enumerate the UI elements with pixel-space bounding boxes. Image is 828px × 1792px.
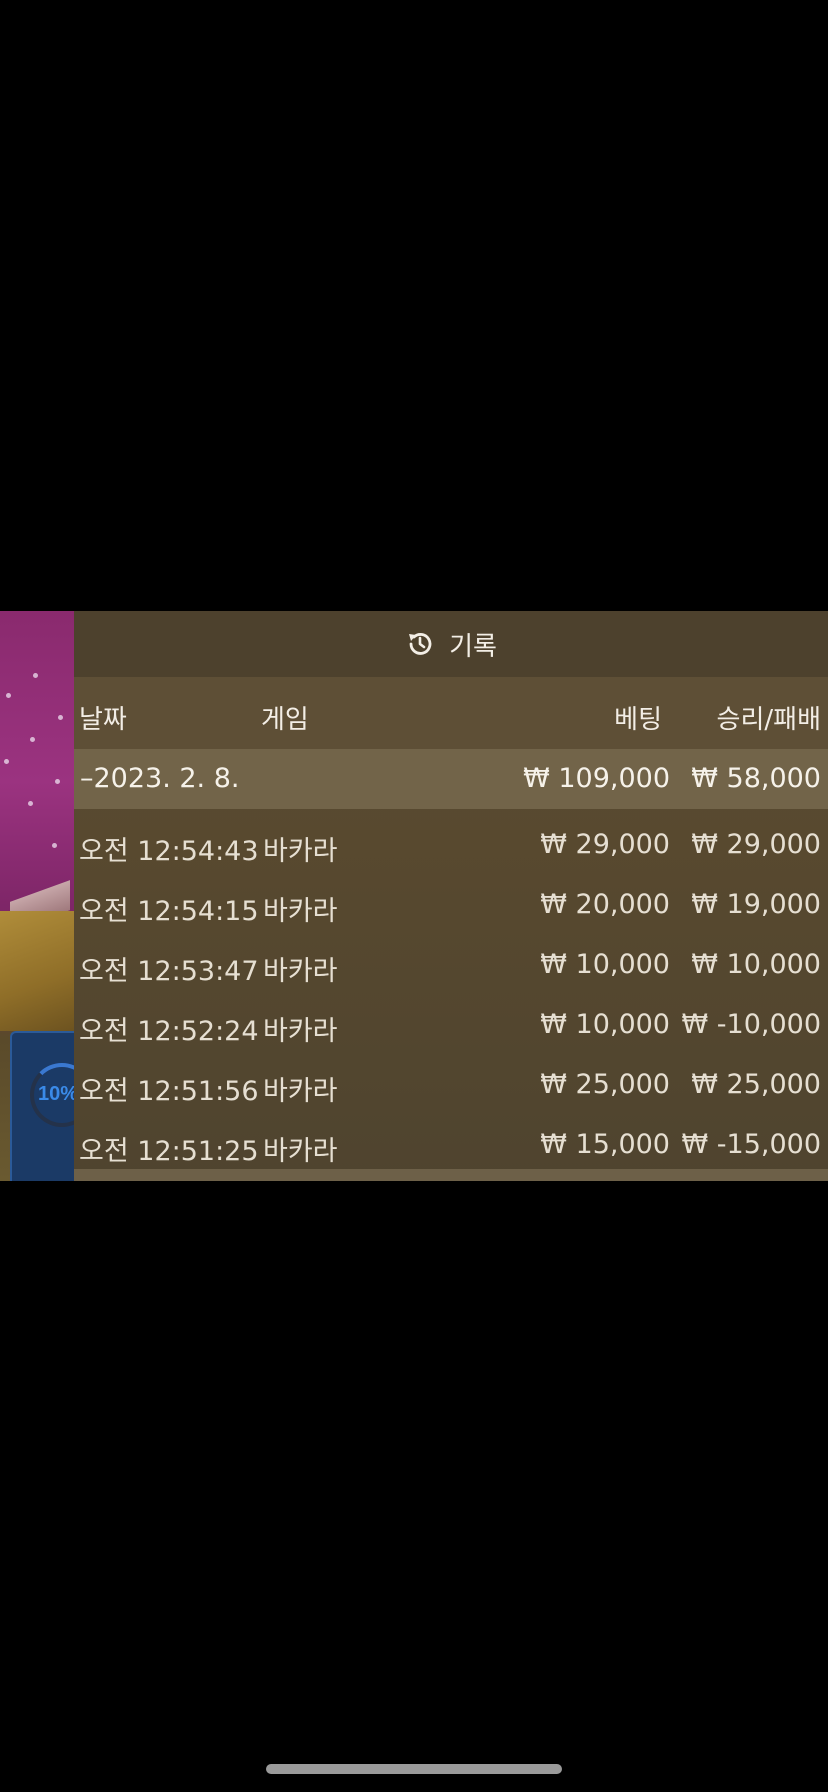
row-time: 오전 12:51:56 (79, 1076, 259, 1107)
row-game: 바카라 (263, 836, 338, 867)
row-game: 바카라 (263, 956, 338, 987)
row-time: 오전 12:54:15 (79, 896, 259, 927)
column-header-date: 날짜 (79, 705, 127, 735)
date-group-row[interactable]: –2023. 2. 8. ₩ 109,000 ₩ 58,000 (74, 749, 828, 809)
row-win-loss: ₩ -10,000 (681, 1009, 822, 1040)
date-group-label: –2023. 2. 8. (80, 763, 240, 794)
home-indicator[interactable] (266, 1764, 562, 1774)
row-win-loss: ₩ 25,000 (691, 1069, 821, 1100)
row-bet: ₩ 25,000 (540, 1069, 670, 1100)
game-background: 10% (0, 611, 74, 1181)
stud-decoration (4, 759, 9, 764)
progress-label: 10% (38, 1083, 74, 1105)
history-header: 기록 (74, 611, 828, 677)
stud-decoration (58, 715, 63, 720)
stud-decoration (52, 843, 57, 848)
row-bet: ₩ 20,000 (540, 889, 670, 920)
row-game: 바카라 (263, 1136, 338, 1167)
row-time: 오전 12:51:25 (79, 1136, 259, 1167)
row-bet: ₩ 15,000 (540, 1129, 670, 1160)
history-title: 기록 (449, 631, 497, 662)
row-win-loss: ₩ 29,000 (691, 829, 821, 860)
row-game: 바카라 (263, 1076, 338, 1107)
history-row[interactable]: 오전 12:51:56 바카라 ₩ 25,000 ₩ 25,000 (74, 1055, 828, 1115)
stud-decoration (6, 693, 11, 698)
history-row[interactable]: 오전 12:54:43 바카라 ₩ 29,000 ₩ 29,000 (74, 815, 828, 875)
row-game: 바카라 (263, 896, 338, 927)
table-surface (0, 911, 74, 1031)
history-clock-icon (405, 629, 435, 659)
history-row[interactable]: 오전 12:51:25 바카라 ₩ 15,000 ₩ -15,000 (74, 1115, 828, 1175)
row-game: 바카라 (263, 1016, 338, 1047)
row-time: 오전 12:52:24 (79, 1016, 259, 1047)
screen: 10% 기록 날짜 게임 베팅 승리/패배 –2023. 2. (0, 0, 828, 1792)
history-panel: 기록 날짜 게임 베팅 승리/패배 –2023. 2. 8. ₩ 109,000… (74, 611, 828, 1181)
row-time: 오전 12:54:43 (79, 836, 259, 867)
history-row[interactable]: 오전 12:54:15 바카라 ₩ 20,000 ₩ 19,000 (74, 875, 828, 935)
column-header-win-loss: 승리/패배 (716, 705, 821, 735)
row-bet: ₩ 29,000 (540, 829, 670, 860)
date-group-bet-total: ₩ 109,000 (523, 763, 670, 794)
stud-decoration (33, 673, 38, 678)
panel-bottom-scroll-edge (74, 1169, 828, 1181)
row-win-loss: ₩ 10,000 (691, 949, 821, 980)
stud-decoration (28, 801, 33, 806)
column-headers: 날짜 게임 베팅 승리/패배 (74, 677, 828, 749)
history-title-wrap: 기록 (405, 626, 497, 663)
row-win-loss: ₩ 19,000 (691, 889, 821, 920)
history-row[interactable]: 오전 12:52:24 바카라 ₩ 10,000 ₩ -10,000 (74, 995, 828, 1055)
row-win-loss: ₩ -15,000 (681, 1129, 822, 1160)
row-bet: ₩ 10,000 (540, 1009, 670, 1040)
row-bet: ₩ 10,000 (540, 949, 670, 980)
column-header-game: 게임 (261, 705, 309, 735)
column-header-bet: 베팅 (614, 705, 662, 735)
stud-decoration (30, 737, 35, 742)
row-time: 오전 12:53:47 (79, 956, 259, 987)
stud-decoration (55, 779, 60, 784)
date-group-win-loss-total: ₩ 58,000 (691, 763, 821, 794)
history-row[interactable]: 오전 12:53:47 바카라 ₩ 10,000 ₩ 10,000 (74, 935, 828, 995)
